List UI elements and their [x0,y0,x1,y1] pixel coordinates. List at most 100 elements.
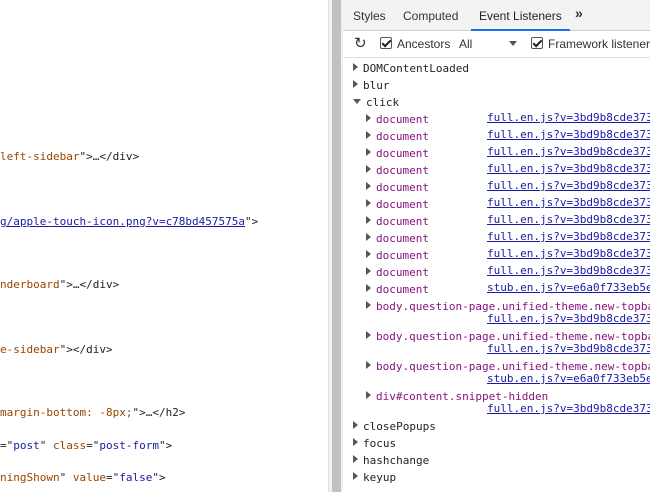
checkbox-checked-icon [380,37,392,49]
ancestors-checkbox[interactable]: Ancestors [380,31,450,57]
dom-tree-token: "></div> [59,343,113,356]
dom-tree-token: =" [105,471,120,484]
listener-source-link[interactable]: full.en.js?v=3bd9b8cde373 [487,247,650,260]
collapsed-triangle-icon[interactable] [366,216,371,224]
dom-tree-line[interactable]: ningShown" value="false"> [0,470,166,485]
dom-tree-token: left-sidebar [0,150,80,163]
scrollbar-thumb[interactable] [332,0,341,492]
elements-panel: left-sidebar">…</div> g/apple-touch-icon.… [0,0,328,492]
dom-tree-token: ">…</h2> [132,406,186,419]
collapsed-triangle-icon[interactable] [366,148,371,156]
listener-node: document [376,283,429,296]
dom-tree-token: class [53,439,87,452]
refresh-icon[interactable]: ↻ [354,31,367,57]
listener-source-link[interactable]: full.en.js?v=3bd9b8cde373 [487,111,650,124]
listener-source-link[interactable]: full.en.js?v=3bd9b8cde373 [487,264,650,277]
listener-source-link[interactable]: full.en.js?v=3bd9b8cde373 [487,342,650,355]
dom-tree-token: post-form [99,439,159,452]
event-name: blur [363,79,390,92]
framework-listeners-checkbox[interactable]: Framework listeners [531,31,650,57]
listener-source-link[interactable]: full.en.js?v=3bd9b8cde373 [487,145,650,158]
collapsed-triangle-icon[interactable] [353,472,358,480]
listener-node: document [376,249,429,262]
listener-source-link[interactable]: full.en.js?v=3bd9b8cde373 [487,230,650,243]
collapsed-triangle-icon[interactable] [366,361,371,369]
collapsed-triangle-icon[interactable] [366,182,371,190]
more-tabs-icon[interactable]: » [575,5,583,21]
listener-node: document [376,266,429,279]
listener-source-link[interactable]: full.en.js?v=3bd9b8cde373 [487,179,650,192]
listener-item[interactable]: document [366,281,429,298]
event-group-domcontentloaded[interactable]: DOMContentLoaded [353,60,469,77]
listener-source-link[interactable]: full.en.js?v=3bd9b8cde373 [487,196,650,209]
tab-event-listeners[interactable]: Event Listeners [471,0,570,31]
listener-item[interactable]: document [366,162,429,179]
tab-computed[interactable]: Computed [403,0,458,30]
collapsed-triangle-icon[interactable] [366,301,371,309]
elements-scrollbar[interactable] [328,0,344,492]
event-name: focus [363,437,397,450]
dom-tree-token: value [72,471,106,484]
collapsed-triangle-icon[interactable] [366,233,371,241]
collapsed-triangle-icon[interactable] [353,63,358,71]
expanded-triangle-icon[interactable] [353,99,361,104]
listener-source-link[interactable]: full.en.js?v=3bd9b8cde373 [487,162,650,175]
listener-filter-select[interactable]: All [459,31,472,57]
dom-tree-token: ningShown [0,471,60,484]
sidebar-tab-bar: Styles Computed Event Listeners » [343,0,650,31]
dom-tree-line[interactable]: g/apple-touch-icon.png?v=c78bd457575a"> [0,214,258,229]
collapsed-triangle-icon[interactable] [366,284,371,292]
collapsed-triangle-icon[interactable] [353,421,358,429]
listener-source-link[interactable]: stub.en.js?v=e6a0f733eb5e [487,281,650,294]
dom-tree-line[interactable]: nderboard">…</div> [0,277,119,292]
event-listeners-toolbar: ↻ Ancestors All Framework listeners [343,31,650,58]
dom-tree-line[interactable]: margin-bottom: -8px;">…</h2> [0,405,185,420]
listener-node: document [376,113,429,126]
collapsed-triangle-icon[interactable] [366,331,371,339]
listener-source-link[interactable]: full.en.js?v=3bd9b8cde373 [487,312,650,325]
collapsed-triangle-icon[interactable] [366,165,371,173]
listener-item[interactable]: document [366,230,429,247]
collapsed-triangle-icon[interactable] [366,267,371,275]
event-group-closepopups[interactable]: closePopups [353,418,436,435]
listener-source-link[interactable]: full.en.js?v=3bd9b8cde373 [487,402,650,415]
listener-item[interactable]: document [366,196,429,213]
dom-tree-token: " [59,471,73,484]
listener-item[interactable]: document [366,111,429,128]
dom-tree-token: "> [158,439,173,452]
event-group-blur[interactable]: blur [353,77,390,94]
event-group-hashchange[interactable]: hashchange [353,452,429,469]
listener-node: document [376,215,429,228]
listener-item[interactable]: document [366,213,429,230]
dom-tree-token: =" [0,439,14,452]
collapsed-triangle-icon[interactable] [353,455,358,463]
filter-value: All [459,37,473,51]
listener-item[interactable]: document [366,264,429,281]
listener-item[interactable]: document [366,128,429,145]
collapsed-triangle-icon[interactable] [366,114,371,122]
event-group-keyup[interactable]: keyup [353,469,396,486]
listener-source-link[interactable]: full.en.js?v=3bd9b8cde373 [487,128,650,141]
collapsed-triangle-icon[interactable] [353,438,358,446]
collapsed-triangle-icon[interactable] [366,250,371,258]
collapsed-triangle-icon[interactable] [366,391,371,399]
listener-item[interactable]: document [366,145,429,162]
dom-tree-line[interactable]: ="post" class="post-form"> [0,438,172,453]
dom-tree-line[interactable]: e-sidebar"></div> [0,342,113,357]
event-group-click[interactable]: click [353,94,399,111]
listener-item[interactable]: document [366,179,429,196]
listener-node: document [376,181,429,194]
listener-source-link[interactable]: stub.en.js?v=e6a0f733eb5e [487,372,650,385]
listener-source-link[interactable]: full.en.js?v=3bd9b8cde373 [487,213,650,226]
dom-tree-line[interactable]: left-sidebar">…</div> [0,149,139,164]
dom-tree-token: false [119,471,153,484]
event-group-focus[interactable]: focus [353,435,396,452]
dom-tree-token: "> [152,471,166,484]
dom-tree-token: g/apple-touch-icon.png?v=c78bd457575a [0,215,246,228]
collapsed-triangle-icon[interactable] [366,131,371,139]
tab-styles[interactable]: Styles [353,0,386,30]
collapsed-triangle-icon[interactable] [366,199,371,207]
chevron-down-icon[interactable] [509,41,517,46]
collapsed-triangle-icon[interactable] [353,80,358,88]
listener-item[interactable]: document [366,247,429,264]
